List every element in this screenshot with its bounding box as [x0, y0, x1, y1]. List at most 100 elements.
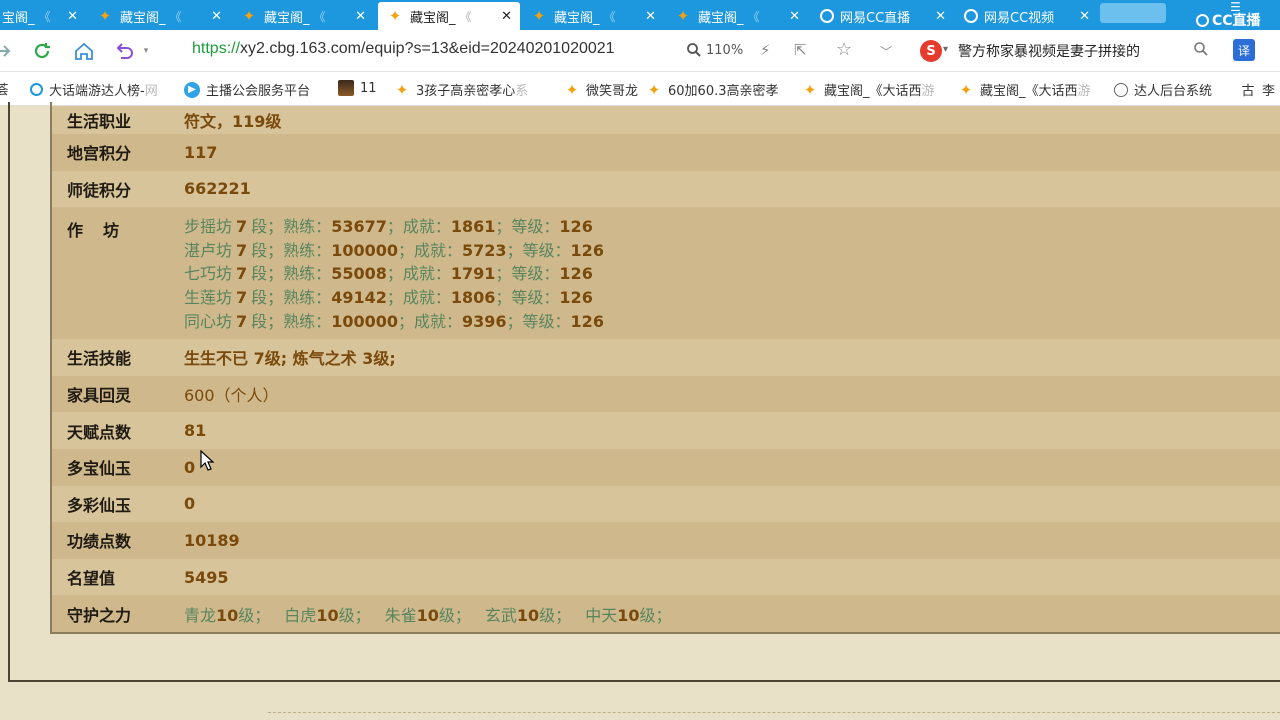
close-tab-icon[interactable]: ✕	[501, 9, 512, 24]
forward-icon[interactable]	[0, 39, 16, 63]
workshop-level: 126	[570, 240, 604, 260]
browser-tab-active[interactable]: ✦ 藏宝阁_ 《 ✕	[378, 2, 520, 30]
workshop-practice: 49142	[331, 287, 387, 307]
mouse-cursor-icon	[200, 450, 215, 471]
attr-row-merit: 功绩点数 10189	[52, 522, 1280, 559]
close-tab-icon[interactable]: ✕	[355, 9, 366, 24]
workshop-seg: 段；	[251, 217, 284, 237]
guardian-level: 10	[416, 605, 439, 625]
search-engine-caret-icon[interactable]: ▾	[943, 44, 948, 55]
cc-live-logo: CC直播	[1196, 10, 1261, 30]
attr-value: 符文，119级	[184, 112, 282, 131]
close-tab-icon[interactable]: ✕	[211, 9, 222, 24]
gold-favicon-icon: ✦	[388, 7, 402, 25]
gold-favicon-icon: ✦	[565, 80, 579, 99]
gold-favicon-icon: ✦	[959, 80, 973, 99]
tab-title-fade: 《	[313, 9, 326, 24]
home-icon[interactable]	[72, 39, 96, 63]
bookmark-item[interactable]: ✦ 3孩子高亲密孝心系	[394, 80, 529, 100]
refresh-icon[interactable]	[30, 39, 54, 63]
url-field[interactable]: https://xy2.cbg.163.com/equip?s=13&eid=2…	[192, 40, 615, 58]
attr-label: 生活技能	[67, 349, 132, 369]
bookmark-label: 大话端游达人榜-网	[49, 84, 158, 99]
workshop-seg: 熟练：	[283, 217, 332, 237]
close-tab-icon[interactable]: ✕	[935, 9, 946, 24]
bookmark-item[interactable]: ✦ 微笑哥龙	[564, 80, 638, 100]
workshop-seg: 熟练：	[283, 264, 332, 284]
attr-row-life-job: 生活职业 符文，119级	[52, 106, 1280, 134]
browser-tab[interactable]: ✦ 藏宝阁_ 《 ✕	[666, 2, 808, 30]
close-tab-icon[interactable]: ✕	[67, 9, 78, 24]
bookmark-item[interactable]: 古 李	[1240, 80, 1275, 99]
bookmark-item[interactable]: 11	[338, 80, 377, 96]
zoom-level: 110%	[706, 42, 744, 58]
workshop-seg: ；成就：	[386, 264, 451, 284]
bookmark-item[interactable]: ✦ 藏宝阁_《大话西游	[802, 80, 935, 100]
close-tab-icon[interactable]: ✕	[789, 9, 800, 24]
workshop-level: 126	[559, 287, 593, 307]
tab-title: 藏宝阁_	[120, 10, 166, 26]
workshop-rank: 7	[236, 287, 248, 307]
search-engine-icon[interactable]: S	[920, 40, 942, 62]
translate-icon[interactable]: 译	[1233, 39, 1255, 61]
bookmark-item[interactable]: 大话端游达人榜-网	[30, 80, 158, 99]
new-tab-button[interactable]	[1100, 3, 1166, 23]
browser-tab[interactable]: 宝阁_ 《 ✕	[0, 2, 86, 30]
guardian-item: 白虎10级；	[284, 606, 370, 625]
attr-value: 0	[184, 494, 196, 514]
tab-title: 藏宝阁_	[554, 10, 600, 26]
close-tab-icon[interactable]: ✕	[645, 9, 656, 24]
globe-icon	[1114, 82, 1128, 97]
workshop-rank: 7	[236, 217, 248, 237]
gold-favicon-icon: ✦	[395, 80, 409, 99]
url-text: xy2.cbg.163.com/equip?s=13&eid=202402010…	[240, 40, 615, 57]
bookmark-item[interactable]: ✦ 藏宝阁_《大话西游	[958, 80, 1091, 100]
share-icon[interactable]: ⇱	[794, 41, 807, 59]
workshop-achievement: 1806	[450, 287, 496, 307]
guardian-item: 玄武10级；	[485, 606, 571, 625]
attr-label: 生活职业	[67, 112, 132, 131]
guardian-item: 朱雀10级；	[385, 606, 471, 625]
attr-row-guardian: 守护之力 青龙10级； 白虎10级； 朱雀10级； 玄武10级； 中天10级；	[52, 595, 1280, 632]
search-input[interactable]: 警方称家暴视频是妻子拼接的	[958, 41, 1140, 61]
attr-label: 守护之力	[67, 605, 132, 625]
undo-dropdown-icon[interactable]: ▾	[134, 39, 158, 63]
bookmark-item[interactable]: 达人后台系统	[1114, 80, 1212, 99]
tab-title: 藏宝阁_	[264, 10, 310, 26]
attr-value: 0	[184, 457, 196, 477]
tab-title-fade: 《	[459, 9, 472, 24]
bookmark-item[interactable]: ✦ 60加60.3高亲密孝	[646, 80, 779, 100]
zoom-indicator[interactable]: 110%	[686, 42, 743, 58]
undo-close-icon[interactable]	[112, 39, 136, 63]
search-icon[interactable]	[1193, 41, 1209, 61]
workshop-line: 同心坊 7 段；熟练：100000；成就：9396；等级：126	[184, 310, 604, 334]
browser-tab[interactable]: ✦ 藏宝阁_ 《 ✕	[522, 2, 664, 30]
browser-tab[interactable]: 网易CC视频 ✕	[956, 2, 1098, 30]
guardian-name: 朱雀	[384, 605, 417, 625]
workshop-seg: 段；	[251, 311, 284, 331]
gold-favicon-icon: ✦	[242, 7, 256, 25]
guardian-unit: 级；	[438, 605, 471, 625]
workshop-name: 生莲坊	[184, 287, 233, 307]
bookmark-label: 主播公会服务平台	[206, 84, 311, 99]
attr-row-furniture: 家具回灵 600（个人）	[52, 375, 1280, 413]
browser-tab[interactable]: 网易CC直播 ✕	[812, 2, 954, 30]
browser-tab[interactable]: ✦ 藏宝阁_ 《 ✕	[88, 2, 230, 30]
close-tab-icon[interactable]: ✕	[1079, 9, 1090, 24]
attr-row-life-skills: 生活技能 生生不已 7级; 炼气之术 3级;	[52, 339, 1280, 376]
bookmark-item[interactable]: 荟	[0, 80, 10, 98]
gold-favicon-icon: ✦	[803, 80, 817, 99]
tab-title: 网易CC视频	[984, 10, 1055, 26]
attr-value: 662221	[184, 179, 251, 199]
tab-bar: 宝阁_ 《 ✕ ✦ 藏宝阁_ 《 ✕ ✦ 藏宝阁_ 《 ✕ ✦ 藏宝阁_ 《 ✕…	[0, 0, 1280, 30]
workshop-line: 步摇坊 7 段；熟练：53677；成就：1861；等级：126	[184, 215, 604, 239]
star-icon[interactable]: ☆	[836, 39, 852, 60]
browser-tab[interactable]: ✦ 藏宝阁_ 《 ✕	[232, 2, 374, 30]
workshop-seg: ；等级：	[506, 240, 571, 260]
dropdown-chevron-icon[interactable]: ﹀	[880, 43, 892, 60]
guardian-unit: 级；	[539, 605, 572, 625]
lightning-icon[interactable]: ⚡	[760, 41, 771, 59]
bookmark-item[interactable]: ▶ 主播公会服务平台	[184, 80, 310, 99]
bookmark-icon: 古	[1241, 84, 1255, 99]
attr-label: 多彩仙玉	[67, 495, 132, 515]
